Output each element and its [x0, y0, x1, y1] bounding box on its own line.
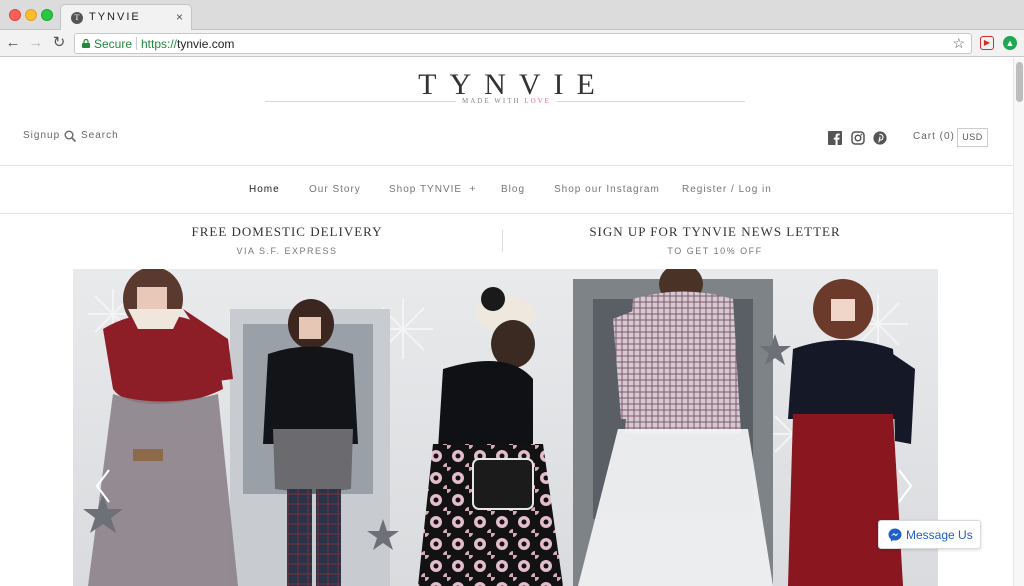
url-scheme: https:// [141, 37, 178, 51]
currency-selector[interactable]: USD [957, 128, 988, 147]
main-navigation: Home Our Story Shop TYNVIE + Blog Shop o… [0, 165, 1013, 214]
promo-subtitle: TO GET 10% OFF [667, 246, 763, 256]
tagline-text: MADE WITH [462, 97, 525, 105]
tab-bar: T TYNVIE × [0, 0, 1024, 31]
maximize-window-button[interactable] [41, 9, 53, 21]
promo-delivery[interactable]: FREE DOMESTIC DELIVERY VIA S.F. EXPRESS [178, 224, 396, 256]
close-window-button[interactable] [9, 9, 21, 21]
facebook-icon[interactable] [828, 131, 842, 145]
promo-divider [502, 230, 503, 252]
nav-register-login[interactable]: Register / Log in [682, 184, 772, 195]
star-icon[interactable]: ☆ [952, 35, 965, 52]
page-scrollbar[interactable] [1013, 58, 1024, 586]
nav-shop-tynvie[interactable]: Shop TYNVIE + [389, 184, 476, 195]
secure-label: Secure [94, 37, 133, 51]
chevron-right-icon[interactable] [893, 466, 917, 506]
extension-icon[interactable]: ▶ [980, 36, 994, 50]
promo-title: SIGN UP FOR TYNVIE NEWS LETTER [589, 224, 841, 239]
lock-icon [82, 39, 90, 48]
url-text: https://tynvie.com [141, 37, 234, 51]
tagline-love: LOVE [524, 97, 551, 105]
message-us-label: Message Us [906, 528, 973, 542]
chevron-left-icon[interactable] [91, 466, 115, 506]
search-link[interactable]: Search [81, 130, 119, 141]
reload-icon[interactable]: ↻ [50, 34, 68, 52]
nav-blog[interactable]: Blog [501, 184, 525, 195]
address-bar[interactable]: Secure https://tynvie.com ☆ [74, 33, 972, 54]
tab-close-icon[interactable]: × [176, 10, 183, 24]
favicon-icon: T [71, 12, 83, 24]
browser-tab[interactable]: T TYNVIE × [60, 4, 192, 31]
browser-toolbar: ← → ↻ Secure https://tynvie.com ☆ ▶ ▲ [0, 30, 1024, 57]
promo-subtitle: VIA S.F. EXPRESS [236, 246, 338, 256]
cart-link[interactable]: Cart (0) [913, 131, 955, 142]
url-host: tynvie.com [177, 37, 235, 51]
tab-title: TYNVIE [89, 11, 141, 23]
promo-newsletter[interactable]: SIGN UP FOR TYNVIE NEWS LETTER TO GET 10… [580, 224, 850, 256]
message-us-button[interactable]: Message Us [878, 520, 981, 549]
instagram-icon[interactable] [851, 131, 865, 145]
back-icon[interactable]: ← [4, 34, 22, 52]
hero-image [73, 269, 938, 586]
signup-link[interactable]: Signup [23, 130, 60, 141]
web-page: TYNVIE MADE WITH LOVE Signup Search Cart… [0, 58, 1013, 586]
minimize-window-button[interactable] [25, 9, 37, 21]
promo-title: FREE DOMESTIC DELIVERY [191, 224, 383, 239]
search-icon[interactable] [64, 130, 77, 143]
extension-icon[interactable]: ▲ [1003, 36, 1017, 50]
browser-window: T TYNVIE × ← → ↻ Secure https://tynvie.c… [0, 0, 1024, 586]
hero-slideshow[interactable] [73, 269, 938, 586]
messenger-icon [888, 528, 902, 542]
nav-home[interactable]: Home [249, 184, 280, 195]
scrollbar-thumb[interactable] [1016, 62, 1023, 102]
nav-our-story[interactable]: Our Story [309, 184, 361, 195]
omnibox-divider [136, 37, 137, 50]
logo-tagline: MADE WITH LOVE [0, 97, 1013, 105]
pinterest-icon[interactable] [873, 131, 887, 145]
nav-shop-instagram[interactable]: Shop our Instagram [554, 184, 660, 195]
forward-icon[interactable]: → [27, 34, 45, 52]
